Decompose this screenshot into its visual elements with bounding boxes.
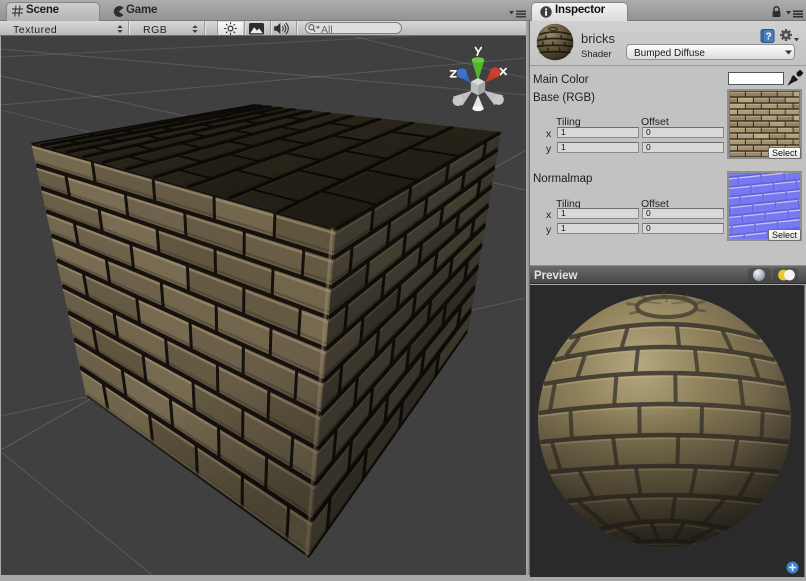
svg-text:?: ?: [765, 32, 771, 43]
